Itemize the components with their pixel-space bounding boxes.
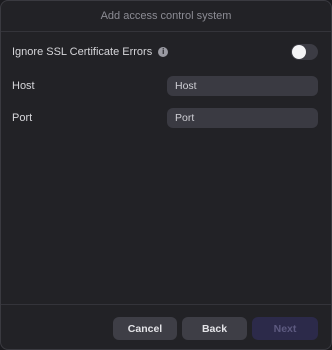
toggle-knob (292, 45, 306, 59)
port-input[interactable]: Port (167, 108, 318, 128)
back-button[interactable]: Back (182, 317, 247, 340)
next-button[interactable]: Next (252, 317, 318, 340)
ssl-row: Ignore SSL Certificate Errors i (12, 44, 318, 60)
host-label: Host (12, 80, 35, 92)
add-access-control-dialog: Add access control system Ignore SSL Cer… (0, 0, 332, 350)
dialog-title: Add access control system (100, 10, 232, 22)
port-label: Port (12, 112, 33, 124)
port-row: Port Port (12, 108, 318, 128)
info-icon[interactable]: i (158, 47, 169, 58)
host-input[interactable]: Host (167, 76, 318, 96)
cancel-button[interactable]: Cancel (113, 317, 177, 340)
ssl-toggle[interactable] (291, 44, 318, 60)
dialog-footer: Cancel Back Next (1, 304, 331, 349)
host-row: Host Host (12, 76, 318, 96)
ssl-label: Ignore SSL Certificate Errors (12, 46, 153, 58)
dialog-header: Add access control system (1, 1, 331, 32)
